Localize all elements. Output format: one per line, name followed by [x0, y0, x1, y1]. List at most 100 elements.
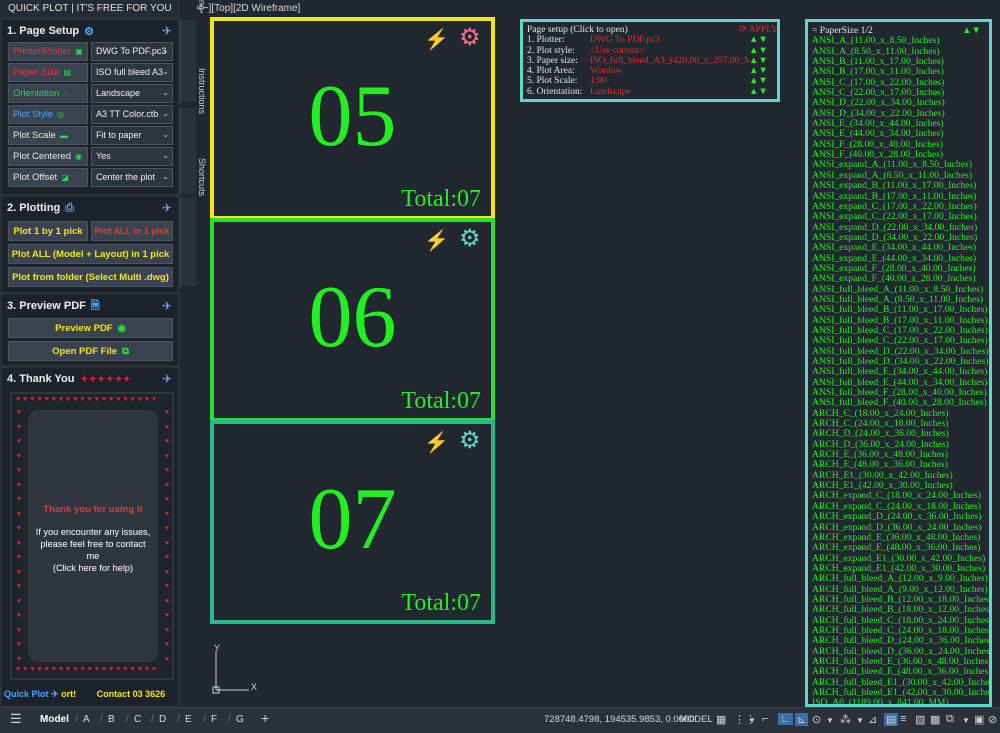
chevron-down-icon[interactable]: ▼ [962, 716, 970, 725]
plot-frame[interactable]: 07 Total:07 ⚡ ⚙ [210, 420, 495, 624]
tab-layout[interactable]: F [211, 714, 217, 725]
tab-separator: / [126, 714, 129, 725]
dynamic-input-icon[interactable]: ▤ [884, 713, 899, 726]
selection-cycling-icon[interactable]: ▧ [915, 713, 925, 726]
up-down-arrows-icon[interactable]: ▲▼ [749, 56, 768, 66]
paper-size-item[interactable]: ANSI_expand_E_(34.00_x_44.00_Inches) [812, 242, 989, 253]
gear-icon[interactable]: ⚙ [459, 426, 481, 455]
help-link[interactable]: (Click here for help) [28, 562, 158, 574]
transparency-icon[interactable]: ≡ [900, 713, 906, 725]
thank-you-message[interactable]: Thank you for using it If you encounter … [28, 410, 158, 662]
page-setup-box[interactable]: Page setup (Click to open) ⟳ APPLY 1. Pl… [520, 19, 780, 102]
pin-icon[interactable]: ✈ [162, 372, 172, 386]
object-snap-icon[interactable]: ⁂ [840, 713, 851, 726]
tab-instructions[interactable]: Instructions [180, 68, 207, 193]
gear-icon[interactable]: ⚙ [459, 224, 481, 253]
paper-size-item[interactable]: ANSI_expand_B_(11.00_x_17.00_Inches) [812, 180, 989, 191]
polar-icon[interactable]: ⊾ [795, 713, 809, 726]
setup-value-select-0[interactable]: DWG To PDF.pc3 ⌄ [91, 42, 173, 61]
setup-label-4[interactable]: Plot Scale ▬ [8, 126, 88, 145]
plot-frame[interactable]: 05 Total:07 ⚡ ⚙ [210, 17, 495, 220]
tab-shortcuts[interactable]: Shortcuts [180, 158, 207, 286]
tab-layout[interactable]: G [236, 714, 244, 725]
ortho-icon[interactable]: ∟ [778, 713, 793, 725]
paper-size-item[interactable]: ARCH_full_bleed_A_(12.00_x_9.00_Inches) [812, 573, 989, 584]
plot-from-folder-button[interactable]: Plot from folder (Select Multi .dwg) [8, 267, 173, 287]
chevron-down-icon[interactable]: ▼ [748, 716, 756, 725]
chevron-down-icon[interactable]: ▼ [826, 716, 834, 725]
up-down-arrows-icon[interactable]: ▲▼ [749, 46, 768, 56]
paper-size-item[interactable]: ARCH_expand_E_(48.00_x_36.00_Inches) [812, 542, 989, 553]
up-down-arrows-icon[interactable]: ▲▼ [749, 76, 768, 86]
tab-model[interactable]: Model [40, 714, 69, 725]
open-pdf-button[interactable]: Open PDF File ⧉ [8, 341, 173, 361]
pin-icon[interactable]: ✈ [162, 299, 172, 313]
plot-frame[interactable]: 06 Total:07 ⚡ ⚙ [210, 218, 495, 422]
plot-all-model-layout-button[interactable]: Plot ALL (Model + Layout) in 1 pick [8, 244, 173, 264]
preview-pdf-button[interactable]: Preview PDF ◉ [8, 318, 173, 338]
menu-icon[interactable]: ☰ [10, 711, 22, 727]
setup-box-value: Window [590, 66, 623, 77]
setup-value-select-2[interactable]: Landscape ⌄ [91, 84, 173, 103]
viewport-controls[interactable]: [−][Top][2D Wireframe] [200, 3, 300, 14]
pin-icon[interactable]: ✈ [162, 201, 172, 215]
setup-box-row[interactable]: 1. Plotter: DWG To PDF.pc3 ▲▼ [527, 35, 773, 45]
setup-value-text: A3 TT Color.ctb [96, 109, 159, 119]
tab-separator: / [228, 714, 231, 725]
tab-layout[interactable]: B [108, 714, 115, 725]
setup-value-select-1[interactable]: ISO full bleed A3 ⌄ [91, 63, 173, 82]
plot-all-in-1-button[interactable]: Plot ALL in 1 pick [91, 221, 173, 241]
tab-layout[interactable]: C [134, 714, 141, 725]
model-space-toggle[interactable]: MODEL [679, 714, 713, 725]
setup-box-row[interactable]: 3. Paper size: ISO_full_bleed_A3_(420.00_… [527, 56, 773, 66]
footer-contact[interactable]: Contact 03 3626 [97, 689, 166, 699]
gear-icon[interactable]: ⚙ [459, 23, 481, 52]
chevron-down-icon[interactable]: ▼ [856, 716, 864, 725]
setup-box-row[interactable]: 5. Plot Scale: 1:90 ▲▼ [527, 76, 773, 86]
setup-label-2[interactable]: Orientation ◌ [8, 84, 88, 103]
up-down-arrows-icon[interactable]: ▲▼ [749, 35, 768, 45]
paper-list-arrows[interactable]: ▲▼ [962, 25, 981, 36]
grid-icon[interactable]: ▦ [716, 713, 726, 726]
add-layout-icon[interactable]: + [261, 710, 269, 726]
lightning-icon[interactable]: ⚡ [424, 430, 449, 455]
setup-box-row[interactable]: 4. Plot Area: Window ▲▼ [527, 66, 773, 76]
tab-separator: / [151, 714, 154, 725]
setup-label-5[interactable]: Plot Centered ◉ [8, 147, 88, 166]
thanks-title: 4. Thank You [7, 373, 75, 385]
setup-value-select-4[interactable]: Fit to paper ⌄ [91, 126, 173, 145]
tab-layout[interactable]: D [159, 714, 166, 725]
tab-layout[interactable]: E [185, 714, 192, 725]
setup-label-0[interactable]: Printer/Plotter ▣ [8, 42, 88, 61]
setup-value-select-3[interactable]: A3 TT Color.ctb ⌄ [91, 105, 173, 124]
plot-1by1-button[interactable]: Plot 1 by 1 pick [8, 221, 88, 241]
paper-size-list[interactable]: = PaperSize 1/2 ▲▼ ANSI_A_(11.00_x_8.50_… [805, 19, 992, 707]
plotting-title: 2. Plotting [7, 202, 61, 214]
lineweight-icon[interactable]: ⊿ [868, 713, 877, 726]
isolate-icon[interactable]: ▣ [974, 713, 984, 726]
setup-value-select-5[interactable]: Yes ⌄ [91, 147, 173, 166]
workspace-icon[interactable]: ⧉ [946, 713, 954, 726]
setup-value-select-6[interactable]: Center the plot ⌄ [91, 168, 173, 187]
annotation-icon[interactable]: ▩ [930, 713, 940, 726]
paper-size-item[interactable]: ISO_A0_(1189.00_x_841.00_MM) [812, 697, 989, 704]
isodraft-icon[interactable]: ⊙ [812, 713, 821, 726]
infer-icon[interactable]: ⌐ [762, 713, 768, 725]
apply-button[interactable]: ⟳ APPLY [739, 25, 778, 35]
pin-icon[interactable]: ✈ [162, 24, 172, 38]
setup-label-1[interactable]: Paper Size ▤ [8, 63, 88, 82]
lightning-icon[interactable]: ⚡ [424, 27, 449, 52]
thank-you-card[interactable]: ♥♥♥♥♥♥♥♥♥♥♥♥♥♥♥♥♥♥♥♥ ♥♥♥♥♥♥♥♥♥♥♥♥♥♥♥♥♥♥♥… [10, 392, 174, 680]
setup-label-6[interactable]: Plot Offset ◪ [8, 168, 88, 187]
tab-plotting[interactable]: Plotting [180, 0, 207, 102]
setup-label-3[interactable]: Plot Style ◎ [8, 105, 88, 124]
lightning-icon[interactable]: ⚡ [424, 228, 449, 253]
customize-icon[interactable]: ⊘ [988, 713, 997, 726]
up-down-arrows-icon[interactable]: ▲▼ [749, 87, 768, 97]
paper-size-item[interactable]: ARCH_expand_D_(24.00_x_36.00_Inches) [812, 511, 989, 522]
paper-size-item[interactable]: ANSI_expand_C_(22.00_x_17.00_Inches) [812, 211, 989, 222]
tab-layout[interactable]: A [83, 714, 90, 725]
setup-box-row[interactable]: 2. Plot style: <Use current> ▲▼ [527, 46, 773, 56]
up-down-arrows-icon[interactable]: ▲▼ [749, 66, 768, 76]
setup-box-row[interactable]: 6. Orientation: Landscape ▲▼ [527, 87, 773, 97]
